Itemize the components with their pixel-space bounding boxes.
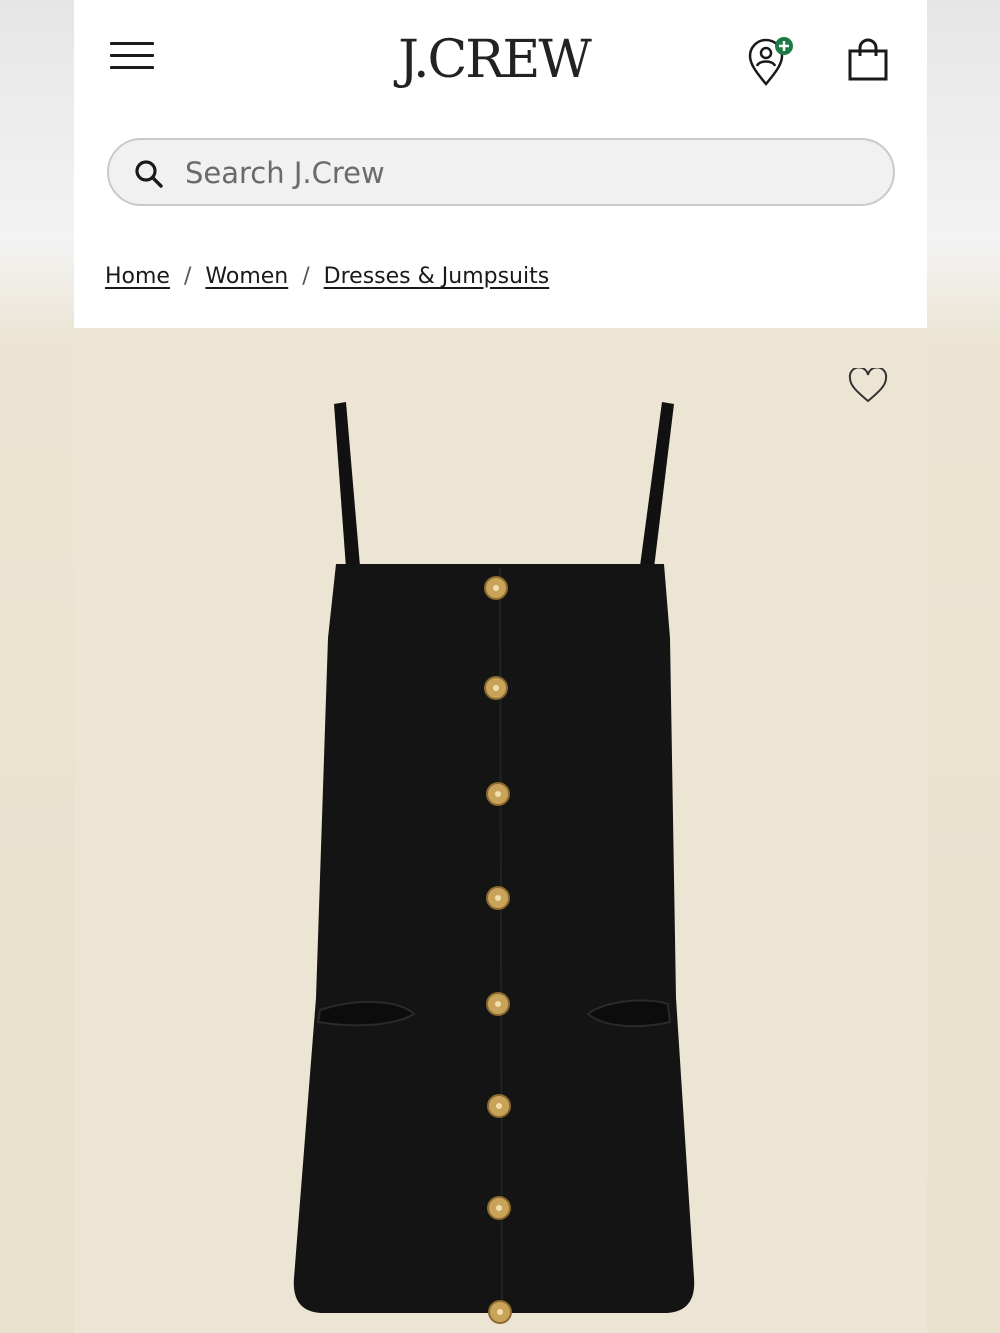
- breadcrumb: Home / Women / Dresses & Jumpsuits: [105, 264, 549, 300]
- store-locator-button[interactable]: [744, 34, 800, 90]
- product-image-area[interactable]: [74, 328, 927, 1333]
- shopping-bag-button[interactable]: [846, 38, 890, 82]
- breadcrumb-separator: /: [183, 264, 192, 289]
- shopping-bag-icon: [848, 38, 888, 81]
- search-bar[interactable]: [107, 138, 895, 206]
- hamburger-line: [110, 54, 154, 57]
- wishlist-button[interactable]: [848, 366, 888, 404]
- hamburger-line: [110, 66, 154, 69]
- breadcrumb-women[interactable]: Women: [205, 264, 288, 289]
- site-logo[interactable]: J.CREW: [374, 28, 614, 92]
- heart-icon: [848, 366, 888, 403]
- product-image: [293, 402, 695, 1324]
- search-icon: [135, 160, 163, 188]
- search-input[interactable]: [183, 150, 867, 196]
- menu-button[interactable]: [110, 40, 154, 72]
- hamburger-line: [110, 42, 154, 45]
- breadcrumb-dresses-jumpsuits[interactable]: Dresses & Jumpsuits: [324, 264, 550, 289]
- breadcrumb-separator: /: [302, 264, 310, 289]
- product-page: J.CREW Home/Women/Dresses: [74, 0, 927, 1333]
- site-header: J.CREW Home/Women/Dresses: [74, 0, 927, 328]
- breadcrumb-home[interactable]: Home: [105, 264, 170, 289]
- store-locator-add-icon: [748, 37, 793, 86]
